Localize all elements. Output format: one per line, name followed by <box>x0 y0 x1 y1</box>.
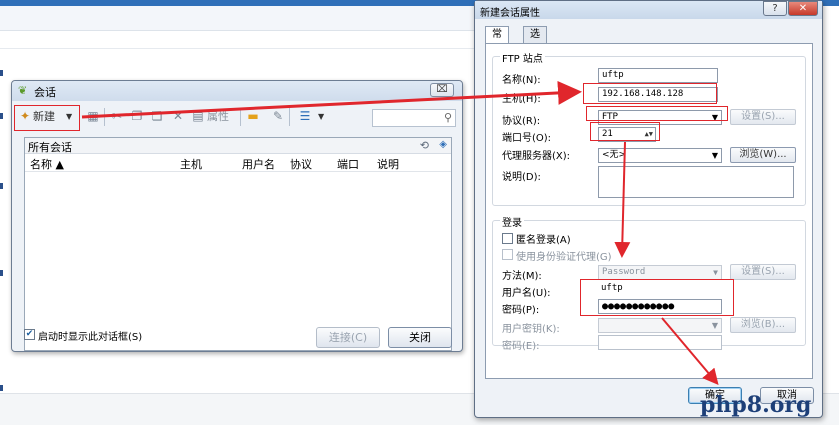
watermark: php8.org <box>700 392 812 418</box>
arrow-to-ok <box>661 317 719 386</box>
annotation-arrows <box>81 80 719 386</box>
arrow-to-login <box>614 141 631 258</box>
arrow-to-host <box>81 80 582 119</box>
